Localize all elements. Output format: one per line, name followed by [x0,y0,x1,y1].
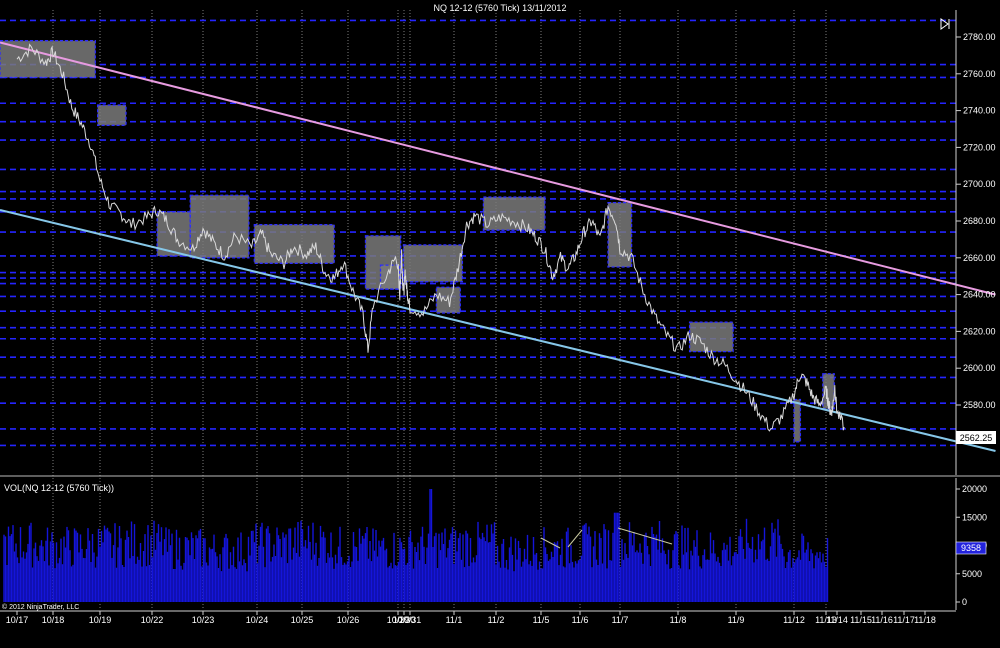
time-tick-label: 10/26 [337,615,360,625]
chart-background [0,0,1000,643]
time-tick-label: 11/8 [670,615,687,625]
time-tick-label: 10/17 [6,615,29,625]
time-tick-label: 10/18 [42,615,65,625]
time-tick-label: 11/14 [826,615,848,625]
time-tick-label: 10/22 [141,615,164,625]
value-area-box [402,244,464,283]
price-tick-label: 2640.00 [963,290,996,300]
price-tick-label: 2680.00 [963,216,996,226]
volume-tick-label: 5000 [962,569,982,579]
last-price-label: 2562.25 [960,433,993,443]
price-tick-label: 2700.00 [963,179,996,189]
price-tick-label: 2780.00 [963,32,996,42]
price-tick-label: 2660.00 [963,253,996,263]
time-tick-label: 11/18 [914,615,936,625]
time-tick-label: 11/12 [783,615,805,625]
price-tick-label: 2740.00 [963,106,996,116]
time-tick-label: 10/19 [89,615,112,625]
last-volume-label: 9358 [961,543,981,553]
volume-tick-label: 20000 [962,484,987,494]
time-tick-label: 11/15 [850,615,872,625]
time-tick-label: 10/24 [246,615,269,625]
price-tick-label: 2720.00 [963,142,996,152]
chart-window: 2580.00 2600.00 2620.00 2640.00 2660.00 2680.… [0,0,1000,643]
time-tick-label: 11/1 [446,615,463,625]
time-tick-label: 11/17 [893,615,915,625]
value-area-box [482,196,546,231]
value-area-box [793,398,802,443]
time-tick-label: 11/6 [572,615,589,625]
last-volume-marker: 9358 [955,541,987,555]
volume-tick-label: 15000 [962,512,987,522]
last-price-marker: 2562.25 [956,431,996,444]
time-tick-label: 10/23 [192,615,215,625]
time-tick-label: 11/7 [612,615,629,625]
price-tick-label: 2580.00 [963,400,996,410]
time-tick-label: 11/5 [533,615,550,625]
copyright-text: © 2012 NinjaTrader, LLC [2,603,79,611]
value-area-box [379,264,401,290]
time-tick-label: 10/25 [291,615,314,625]
time-tick-label: 11/16 [871,615,893,625]
chart-canvas: 2580.00 2600.00 2620.00 2640.00 2660.00 2680.… [0,0,1000,643]
volume-tick-label: 0 [962,597,967,607]
time-tick-label: 11/9 [728,615,745,625]
chart-title: NQ 12-12 (5760 Tick) 13/11/2012 [434,3,567,13]
time-tick-label: 10/31 [399,615,422,625]
price-tick-label: 2620.00 [963,326,996,336]
time-tick-label: 11/2 [488,615,505,625]
price-tick-label: 2760.00 [963,69,996,79]
volume-title: VOL(NQ 12-12 (5760 Tick)) [4,483,114,493]
price-tick-label: 2600.00 [963,363,996,373]
value-area-box [97,104,127,126]
value-area-box [189,194,250,259]
